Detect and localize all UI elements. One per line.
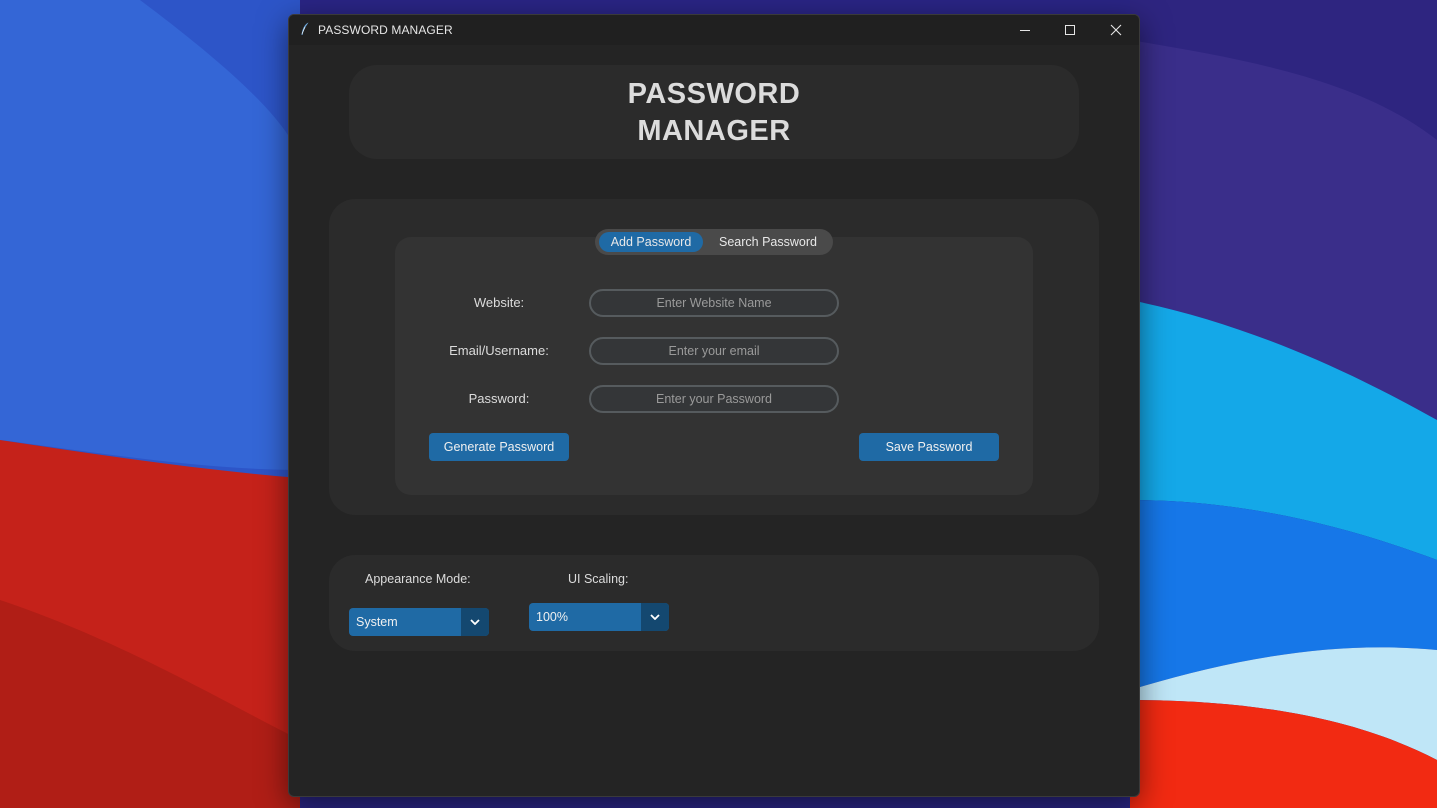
maximize-icon	[1064, 25, 1075, 35]
chevron-down-icon	[650, 614, 660, 620]
feather-icon	[301, 22, 309, 35]
generate-password-button[interactable]: Generate Password	[429, 433, 569, 461]
ui-scaling-value: 100%	[536, 610, 568, 624]
ui-scaling-label: UI Scaling:	[568, 572, 629, 586]
maximize-button[interactable]	[1047, 15, 1092, 45]
email-input[interactable]	[589, 337, 839, 365]
email-label: Email/Username:	[449, 343, 549, 358]
page-title-line2: MANAGER	[637, 115, 791, 147]
password-input[interactable]	[589, 385, 839, 413]
settings-panel	[329, 555, 1099, 651]
title-bar[interactable]: PASSWORD MANAGER	[289, 15, 1139, 45]
header-panel: PASSWORD MANAGER	[349, 65, 1079, 159]
appearance-mode-value: System	[356, 615, 398, 629]
minimize-icon	[1019, 30, 1030, 31]
close-button[interactable]	[1093, 15, 1138, 45]
tab-search-password[interactable]: Search Password	[707, 232, 829, 252]
password-label: Password:	[468, 391, 530, 406]
save-password-button[interactable]: Save Password	[859, 433, 999, 461]
tab-add-password[interactable]: Add Password	[599, 232, 703, 252]
app-window: PASSWORD MANAGER PASSWORD MANAGER Add Pa…	[288, 14, 1140, 797]
chevron-down-icon	[470, 619, 480, 625]
scaling-dropdown-arrow[interactable]	[641, 603, 669, 631]
website-label: Website:	[473, 295, 525, 310]
page-title: PASSWORD MANAGER	[349, 76, 1079, 150]
close-icon	[1110, 24, 1121, 36]
minimize-button[interactable]	[1002, 15, 1047, 45]
tab-selector: Add Password Search Password	[595, 229, 833, 255]
ui-scaling-dropdown[interactable]: 100%	[529, 603, 669, 631]
appearance-mode-dropdown[interactable]: System	[349, 608, 489, 636]
website-input[interactable]	[589, 289, 839, 317]
appearance-dropdown-arrow[interactable]	[461, 608, 489, 636]
window-title: PASSWORD MANAGER	[318, 23, 453, 37]
appearance-mode-label: Appearance Mode:	[365, 572, 471, 586]
page-title-line1: PASSWORD	[627, 78, 801, 110]
